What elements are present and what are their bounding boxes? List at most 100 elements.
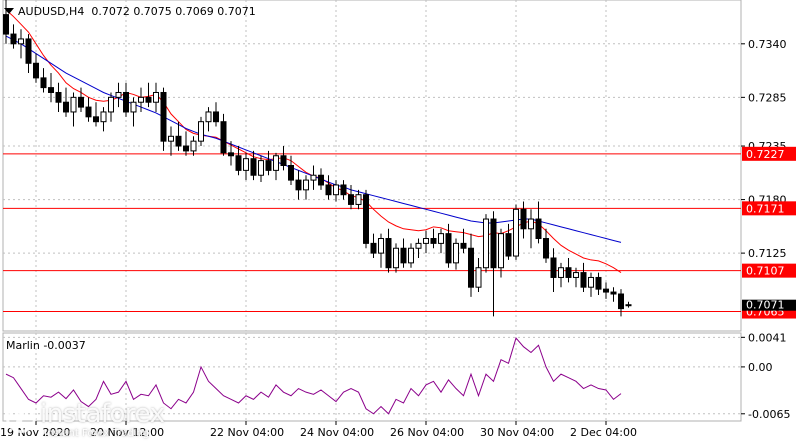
candle-body: [190, 140, 197, 152]
candle-body: [258, 160, 264, 176]
candle-body: [393, 247, 399, 269]
candle-body: [535, 218, 542, 240]
candle-body: [235, 155, 242, 171]
instaforex-logo: instaforex Instant Forex Trading: [0, 398, 180, 443]
candle-body: [93, 116, 99, 123]
candle-body: [310, 174, 317, 181]
candle-body: [610, 291, 617, 295]
indicator-tick-label: -0.0065: [748, 408, 790, 421]
indicator-tick-label: 0.0041: [748, 331, 787, 344]
candle-body: [153, 91, 159, 103]
candle-body: [378, 238, 384, 254]
candle-body: [280, 155, 287, 167]
candle-body: [145, 96, 152, 103]
candle-body: [40, 77, 47, 89]
candle-body: [243, 158, 249, 171]
candle-body: [250, 158, 257, 176]
candle: [363, 189, 369, 249]
candle-body: [603, 288, 609, 293]
candle-body: [408, 247, 414, 264]
candle-body: [543, 238, 549, 259]
x-tick-label: 24 Nov 04:00: [300, 426, 374, 439]
x-tick-label: 30 Nov 04:00: [480, 426, 554, 439]
candle-body: [25, 38, 32, 64]
y-tick-label: 0.7125: [748, 247, 787, 260]
candle-body: [48, 87, 54, 93]
candle-body: [100, 111, 107, 123]
candle-body: [513, 208, 519, 257]
candle-body: [303, 179, 309, 191]
level-label: 0.7227: [746, 148, 785, 161]
candle-body: [130, 101, 137, 113]
candle-body: [355, 194, 362, 205]
candle-body: [475, 267, 482, 288]
candle-body: [70, 96, 77, 113]
y-tick-label: 0.7285: [748, 91, 787, 104]
candle-body: [340, 184, 347, 196]
candle: [513, 204, 519, 260]
candle-body: [295, 179, 302, 191]
candle-body: [123, 91, 129, 113]
candle-body: [213, 111, 219, 123]
candle-body: [490, 218, 497, 269]
x-tick-label: 2 Dec 04:00: [570, 426, 637, 439]
candle-body: [115, 91, 122, 98]
x-tick-label: 26 Nov 04:00: [390, 426, 464, 439]
candle-body: [183, 145, 189, 152]
candle-body: [363, 194, 369, 244]
candle-body: [138, 96, 144, 103]
candle-body: [595, 276, 602, 290]
level-label: 0.7171: [746, 202, 785, 215]
candle-body: [385, 238, 392, 269]
candle-body: [160, 91, 167, 142]
candle-body: [168, 135, 174, 142]
y-tick-label: 0.7340: [748, 38, 787, 51]
candle-body: [265, 160, 272, 171]
candle-body: [33, 62, 39, 79]
price-chart[interactable]: 0.73400.72850.72350.71800.71250.72270.71…: [0, 0, 798, 443]
indicator-tick-label: 0.00: [748, 361, 773, 374]
candle-body: [63, 101, 69, 113]
candle-body: [220, 121, 227, 154]
candle-body: [565, 267, 572, 278]
logo-tagline: Instant Forex Trading: [44, 428, 150, 439]
candle-body: [370, 242, 377, 254]
candle-body: [108, 96, 114, 113]
candle-body: [468, 247, 474, 288]
candle-body: [580, 272, 587, 288]
candle-body: [498, 233, 504, 269]
candle-body: [175, 135, 182, 147]
candle-body: [288, 165, 294, 181]
symbol-label: AUDUSD,H4: [18, 5, 85, 18]
candle-body: [318, 174, 324, 186]
candle-body: [618, 293, 624, 310]
candle: [198, 116, 204, 147]
candle-body: [325, 184, 332, 196]
current-price-label: 0.7071: [746, 299, 785, 312]
candle-body: [460, 242, 467, 249]
candle-body: [550, 257, 557, 278]
candle-body: [228, 152, 234, 157]
candle-body: [625, 304, 632, 307]
candle-body: [528, 218, 534, 230]
candle-body: [78, 96, 84, 108]
candle-body: [453, 242, 459, 264]
candle-body: [400, 247, 407, 264]
candle-body: [423, 238, 429, 244]
candle-body: [483, 218, 489, 269]
x-tick-label: 22 Nov 04:00: [210, 426, 284, 439]
candle-body: [558, 267, 564, 278]
indicator-header: Marlin -0.0037: [6, 339, 86, 352]
candle-body: [18, 38, 24, 45]
candle: [483, 214, 489, 273]
candle-body: [10, 33, 17, 45]
candle-body: [348, 194, 354, 205]
logo-brand-text: instaforex: [40, 399, 165, 429]
ohlc-values: 0.7072 0.7075 0.7069 0.7071: [91, 5, 256, 18]
level-label: 0.7107: [746, 265, 785, 278]
candle-body: [445, 233, 452, 264]
instaforex-logo-icon: [6, 403, 36, 433]
candle-body: [333, 184, 339, 196]
dropdown-triangle-icon[interactable]: [4, 8, 14, 14]
chart-header: AUDUSD,H4 0.7072 0.7075 0.7069 0.7071: [4, 5, 256, 18]
